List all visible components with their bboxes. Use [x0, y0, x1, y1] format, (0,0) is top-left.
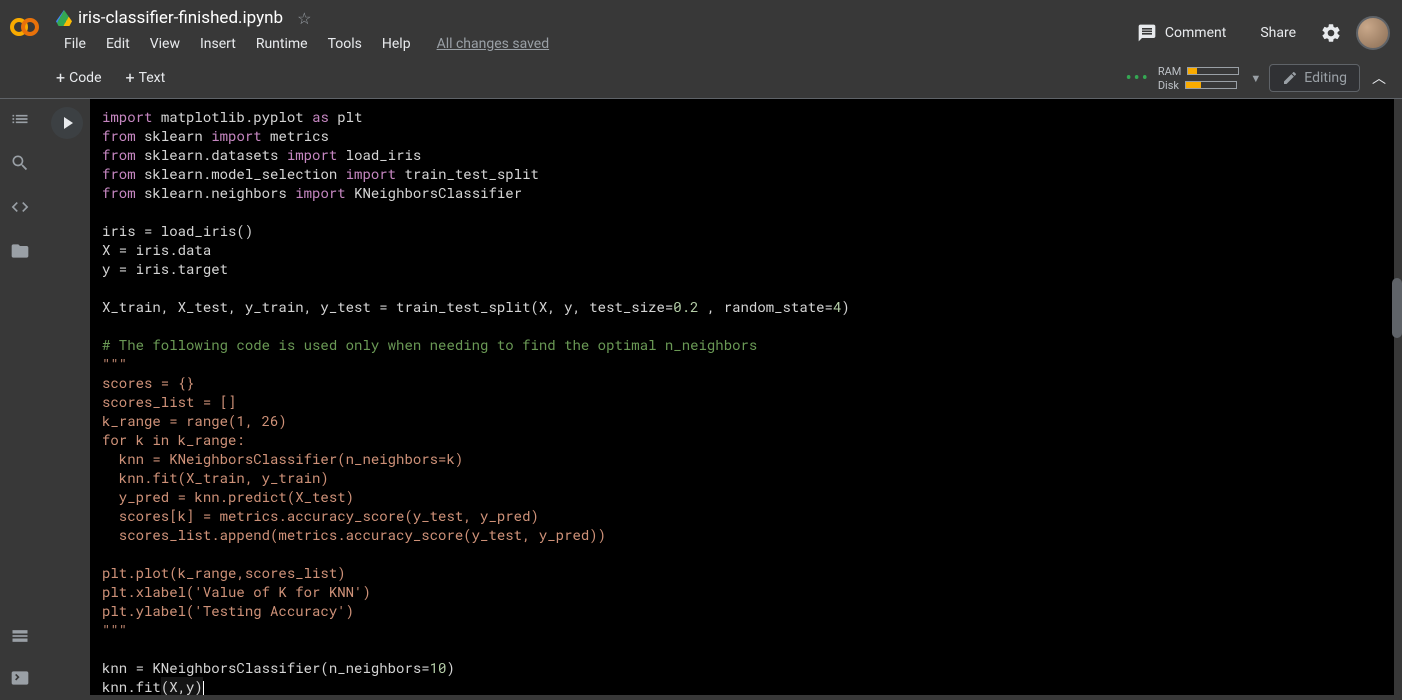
ram-bar [1187, 67, 1239, 75]
header-right: Comment Share [1127, 8, 1390, 50]
plus-icon: + [56, 70, 65, 86]
snippets-icon[interactable] [10, 197, 30, 217]
resource-dropdown[interactable]: ▼ [1250, 72, 1261, 85]
menu-tools[interactable]: Tools [320, 32, 370, 56]
scrollbar[interactable] [1392, 278, 1402, 338]
ram-label: RAM [1158, 65, 1182, 78]
editing-mode-button[interactable]: Editing [1269, 64, 1360, 92]
menu-view[interactable]: View [142, 32, 188, 56]
share-button[interactable]: Share [1250, 19, 1306, 47]
pencil-icon [1282, 70, 1298, 86]
resource-indicator[interactable]: RAM Disk [1158, 65, 1240, 92]
avatar[interactable] [1356, 16, 1390, 50]
menu-edit[interactable]: Edit [98, 32, 138, 56]
menu-help[interactable]: Help [374, 32, 419, 56]
code-editor[interactable]: import matplotlib.pyplot as plt from skl… [90, 99, 1394, 695]
gear-icon [1320, 22, 1342, 44]
menu-file[interactable]: File [56, 32, 94, 56]
settings-button[interactable] [1320, 22, 1342, 44]
comment-label: Comment [1165, 25, 1226, 41]
menu-insert[interactable]: Insert [192, 32, 244, 56]
disk-label: Disk [1158, 79, 1179, 92]
variables-icon[interactable] [10, 626, 30, 646]
add-text-label: Text [139, 70, 166, 86]
menu-runtime[interactable]: Runtime [248, 32, 316, 56]
title-block: iris-classifier-finished.ipynb ☆ File Ed… [56, 8, 557, 56]
bottom-rail [0, 626, 40, 700]
comment-icon [1137, 23, 1157, 43]
colab-logo[interactable] [10, 8, 44, 38]
header-bar: iris-classifier-finished.ipynb ☆ File Ed… [0, 0, 1402, 56]
left-rail [0, 99, 40, 695]
drive-icon [56, 10, 72, 26]
menu-bar: File Edit View Insert Runtime Tools Help… [56, 32, 557, 56]
add-code-label: Code [69, 70, 101, 86]
notebook-area: import matplotlib.pyplot as plt from skl… [40, 99, 1402, 695]
comment-button[interactable]: Comment [1127, 17, 1236, 49]
play-icon [64, 117, 73, 129]
files-icon[interactable] [10, 241, 30, 261]
busy-indicator: ••• [1126, 68, 1150, 89]
search-icon[interactable] [10, 153, 30, 173]
code-cell[interactable]: import matplotlib.pyplot as plt from skl… [44, 99, 1394, 695]
toc-icon[interactable] [10, 109, 30, 129]
filename[interactable]: iris-classifier-finished.ipynb [78, 8, 283, 28]
plus-icon: + [126, 70, 135, 86]
editing-label: Editing [1304, 70, 1347, 86]
disk-bar [1185, 81, 1237, 89]
run-button[interactable] [51, 107, 83, 139]
add-code-button[interactable]: +Code [48, 66, 110, 90]
star-icon[interactable]: ☆ [297, 9, 311, 28]
toolbar: +Code +Text ••• RAM Disk ▼ Editing ︿ [0, 56, 1402, 99]
add-text-button[interactable]: +Text [118, 66, 174, 90]
save-status[interactable]: All changes saved [429, 32, 558, 56]
terminal-icon[interactable] [10, 668, 30, 688]
colab-logo-icon [10, 16, 44, 38]
collapse-header-button[interactable]: ︿ [1368, 64, 1390, 92]
